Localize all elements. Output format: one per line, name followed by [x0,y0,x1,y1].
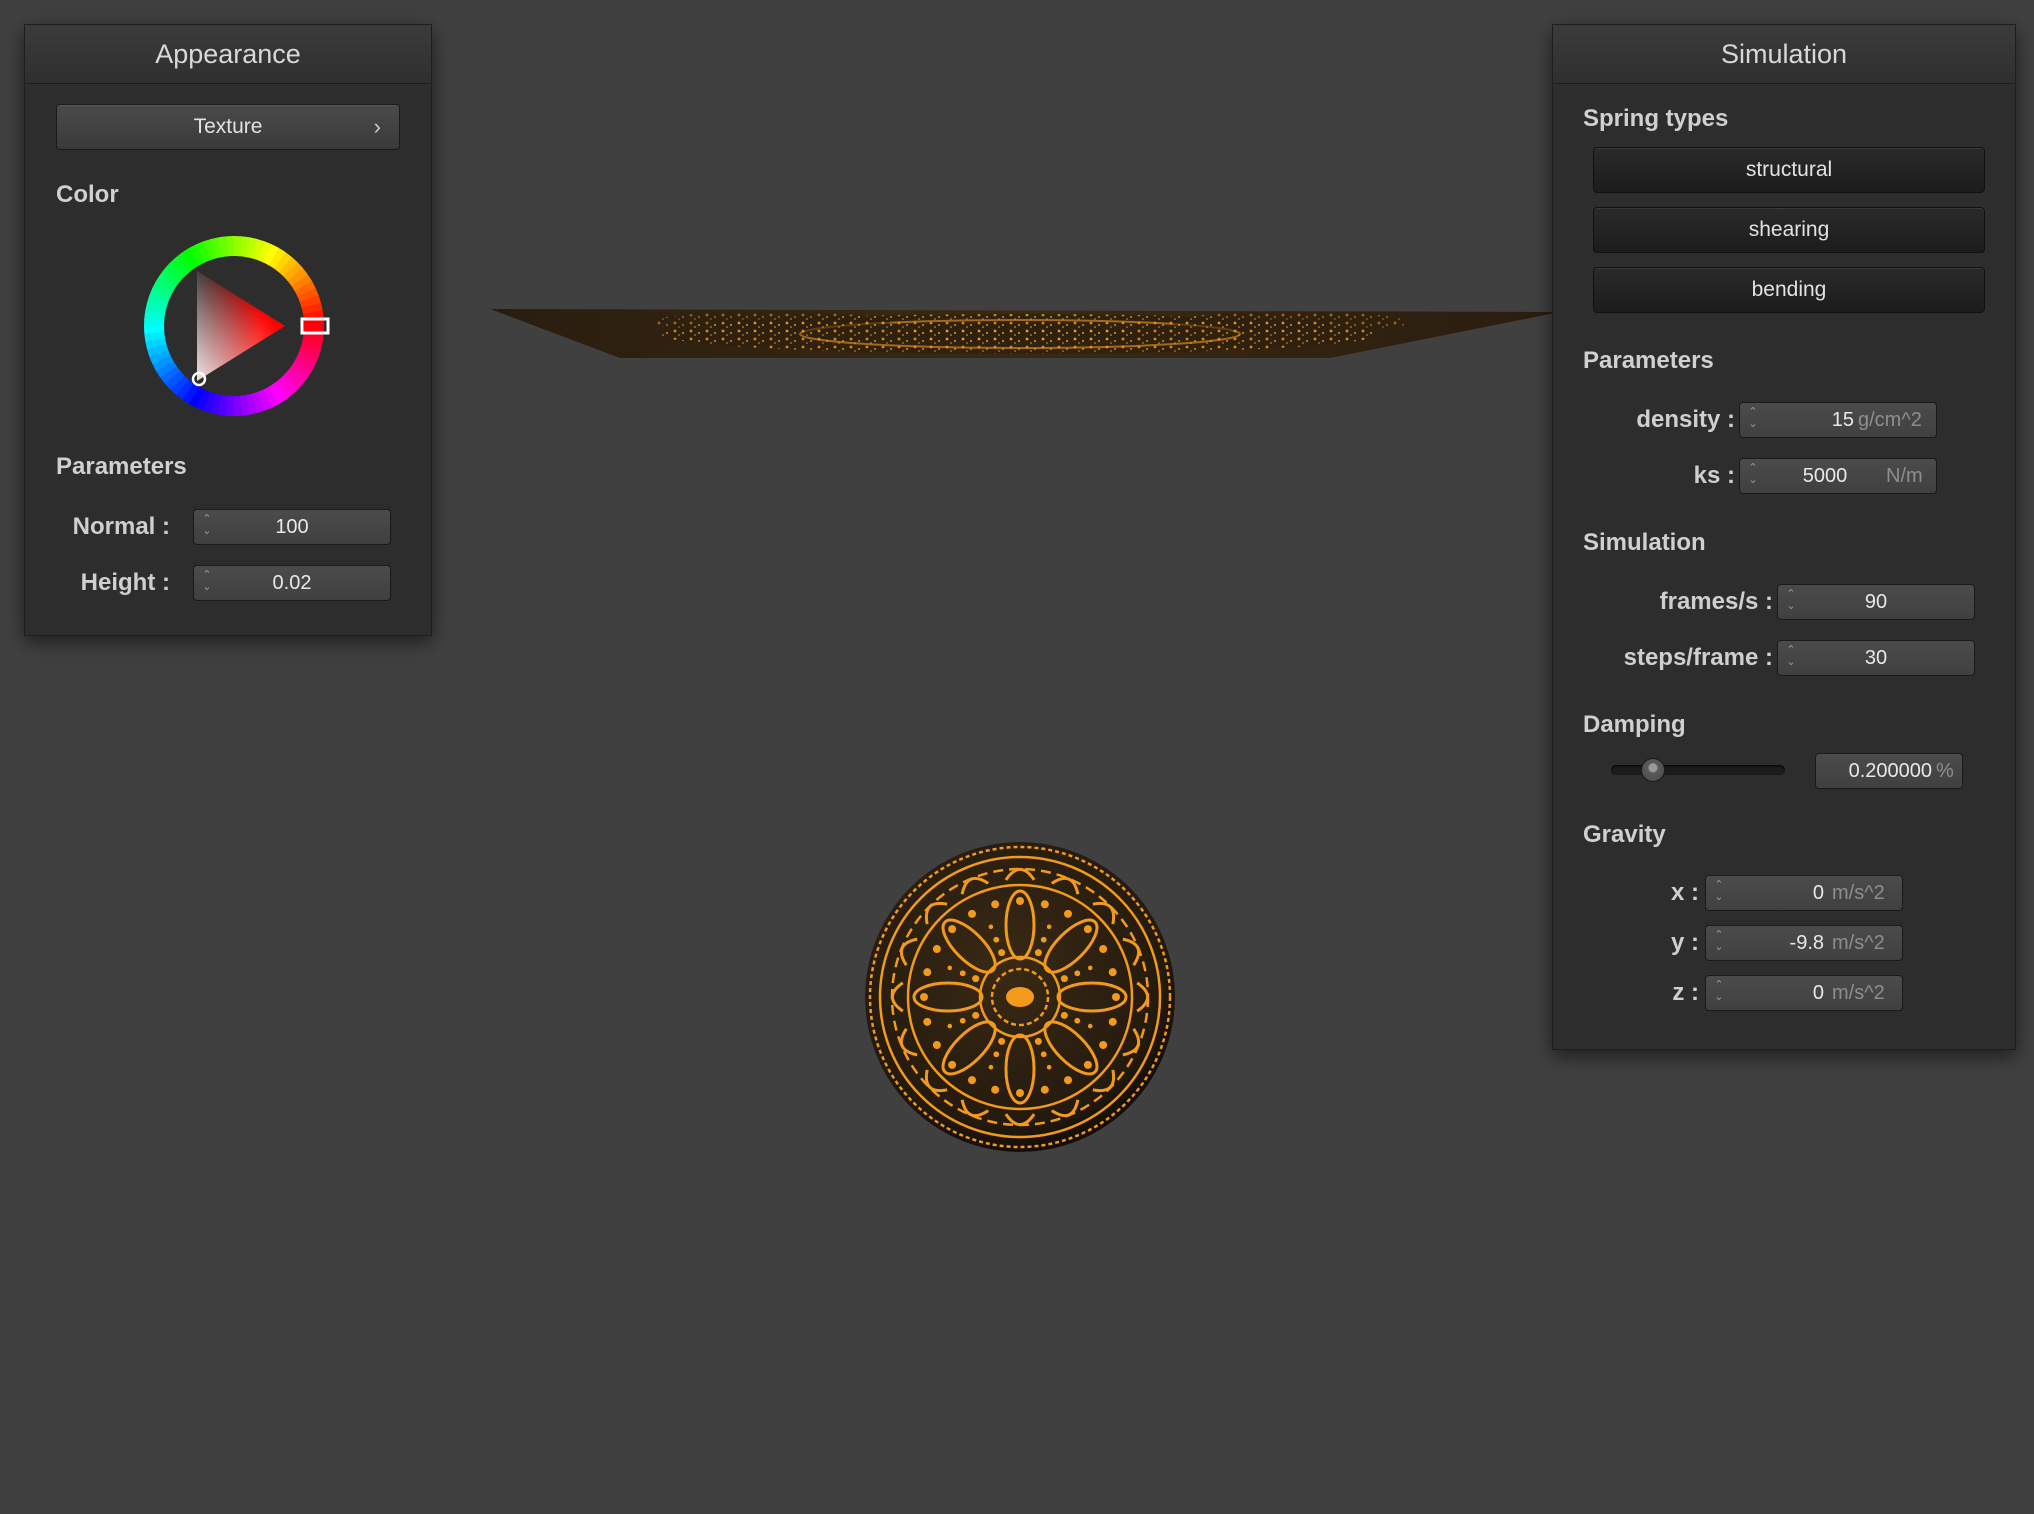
spinner-arrows-icon[interactable]: ⌃ ⌄ [1712,929,1726,957]
damping-field[interactable]: 0.200000 % [1815,753,1963,789]
cloth-mesh [490,309,1560,358]
gravity-x-label: x : [1670,879,1699,906]
damping-title: Damping [1583,711,1686,738]
steps-per-frame-field[interactable]: ⌃ ⌄ 30 [1777,640,1975,676]
structural-button[interactable]: structural [1593,147,1985,193]
color-wheel[interactable] [137,229,331,423]
height-label: Height : [80,569,170,596]
ks-unit: N/m [1886,465,1923,487]
damping-slider-handle[interactable] [1641,758,1666,782]
damping-value: 0.200000 [1848,760,1932,782]
steps-per-frame-label: steps/frame : [1623,644,1773,671]
color-section-title: Color [56,181,119,208]
normal-value: 100 [275,516,309,538]
ks-label: ks : [1693,462,1735,489]
simulation-panel-title[interactable]: Simulation [1553,25,2015,84]
texture-button[interactable]: Texture › [56,104,400,150]
frames-per-s-label: frames/s : [1659,588,1773,615]
simulation-panel: Simulation Spring types structural shear… [1552,24,2016,1050]
density-value: 15 [1831,409,1854,431]
height-field[interactable]: ⌃ ⌄ 0.02 [193,565,391,601]
damping-unit: % [1936,760,1954,782]
shearing-button[interactable]: shearing [1593,207,1985,253]
gravity-y-value: -9.8 [1789,932,1824,954]
simulation-section-title: Simulation [1583,529,1706,556]
bending-button[interactable]: bending [1593,267,1985,313]
steps-per-frame-value: 30 [1864,647,1888,669]
gravity-x-value: 0 [1812,882,1824,904]
frames-per-s-field[interactable]: ⌃ ⌄ 90 [1777,584,1975,620]
spinner-arrows-icon[interactable]: ⌃ ⌄ [1746,462,1760,490]
density-field[interactable]: ⌃ ⌄ 15 g/cm^2 [1739,402,1937,438]
normal-label: Normal : [72,513,170,540]
ks-field[interactable]: ⌃ ⌄ 5000 N/m [1739,458,1937,494]
density-label: density : [1636,406,1735,433]
simulation-parameters-title: Parameters [1583,347,1714,374]
gravity-y-field[interactable]: ⌃ ⌄ -9.8 m/s^2 [1705,925,1903,961]
chevron-right-icon: › [373,114,381,139]
spring-types-title: Spring types [1583,105,1729,132]
appearance-panel-title[interactable]: Appearance [25,25,431,84]
gravity-x-field[interactable]: ⌃ ⌄ 0 m/s^2 [1705,875,1903,911]
damping-slider-track[interactable] [1611,765,1785,775]
gravity-x-unit: m/s^2 [1832,882,1885,904]
gravity-title: Gravity [1583,821,1666,848]
appearance-parameters-title: Parameters [56,453,187,480]
gravity-z-label: z : [1672,979,1699,1006]
normal-field[interactable]: ⌃ ⌄ 100 [193,509,391,545]
gravity-y-unit: m/s^2 [1832,932,1885,954]
sphere-object [865,842,1175,1152]
frames-per-s-value: 90 [1864,591,1888,613]
spinner-arrows-icon[interactable]: ⌃ ⌄ [1712,879,1726,907]
gravity-y-label: y : [1670,929,1699,956]
density-unit: g/cm^2 [1858,409,1922,431]
ks-value: 5000 [1802,465,1848,487]
texture-button-label: Texture [193,115,263,138]
appearance-panel: Appearance Texture › Color Parameters No… [24,24,432,636]
spinner-arrows-icon[interactable]: ⌃ ⌄ [1746,406,1760,434]
gravity-z-value: 0 [1812,982,1824,1004]
gravity-z-unit: m/s^2 [1832,982,1885,1004]
height-value: 0.02 [272,572,312,594]
spinner-arrows-icon[interactable]: ⌃ ⌄ [1712,979,1726,1007]
gravity-z-field[interactable]: ⌃ ⌄ 0 m/s^2 [1705,975,1903,1011]
